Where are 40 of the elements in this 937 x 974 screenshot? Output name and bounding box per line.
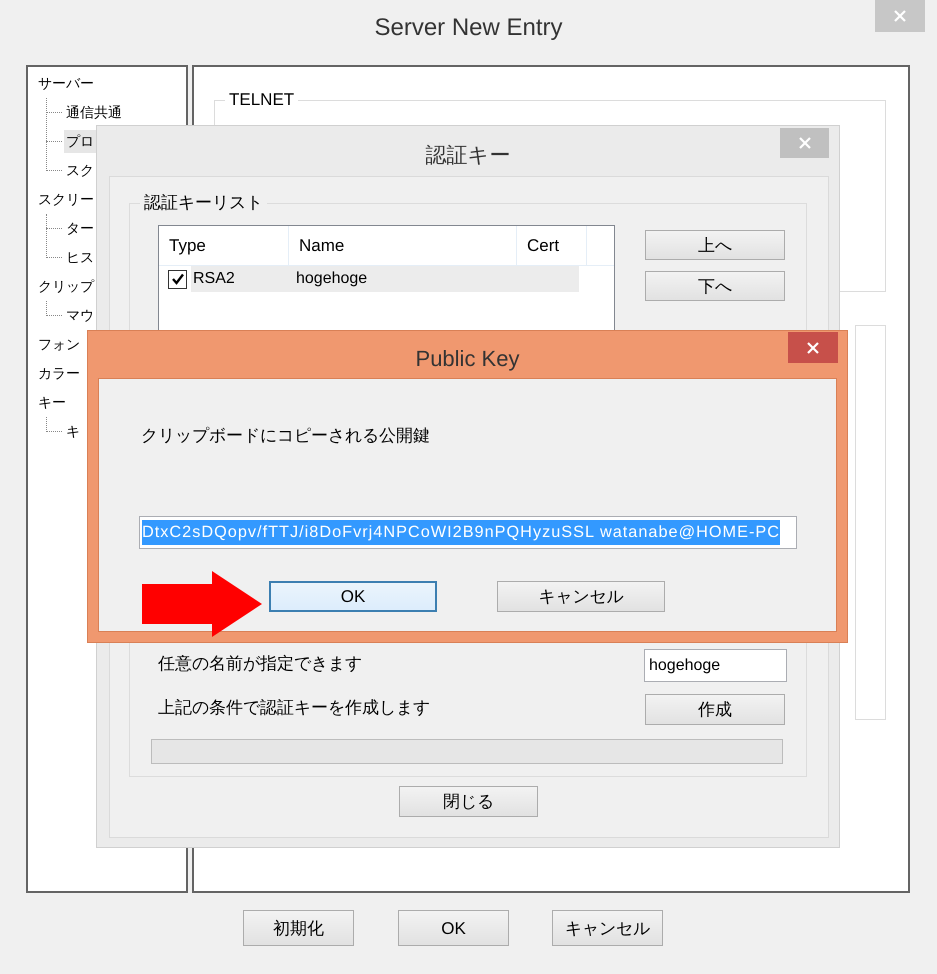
create-button[interactable]: 作成 [645,694,785,725]
arrow-icon [142,571,262,637]
dialog-button[interactable]: OK [398,910,509,946]
window-title: Server New Entry [374,13,563,43]
tree-item[interactable]: マウ [64,304,96,327]
tree-item[interactable]: サーバー [36,72,96,95]
tree-item[interactable]: クリップ [36,275,96,298]
table-cell-text: RSA2 [192,269,236,289]
list-button[interactable]: 上へ [645,230,785,260]
dialog-button[interactable]: キャンセル [552,910,663,946]
message-text: クリップボードにコピーされる公開鍵 [141,425,430,447]
tree-item[interactable]: プロ [64,130,96,153]
table-cell-text: hogehoge [296,269,368,289]
tree-item[interactable]: キー [36,391,68,414]
name-field[interactable]: hogehoge [644,649,787,682]
close-button[interactable] [788,332,838,363]
dialog-button[interactable]: OK [269,581,437,612]
field-label: 上記の条件で認証キーを作成します [158,697,430,719]
column-header[interactable]: Type [159,226,289,265]
tree-item[interactable]: スクリー [36,188,96,211]
tree-item[interactable]: ター [64,217,96,240]
tree-item[interactable]: ヒス [64,246,96,269]
tree-item[interactable]: 通信共通 [64,101,124,124]
row-checkbox[interactable] [168,270,187,288]
list-button[interactable]: 下へ [645,271,785,301]
tree-item[interactable]: スク [64,159,96,182]
dialog-title: Public Key [416,345,520,373]
tree-item[interactable]: カラー [36,362,82,385]
tree-item[interactable]: キ [64,420,82,443]
close-icon [798,136,812,150]
field-label: 任意の名前が指定できます [158,653,362,675]
close-icon [806,340,820,354]
column-header[interactable]: Cert [517,226,587,265]
close-dialog-button[interactable]: 閉じる [399,786,538,817]
tree-item[interactable]: フォン [36,333,82,356]
dialog-button[interactable]: 初期化 [243,910,354,946]
close-icon [893,9,907,23]
column-header[interactable]: Name [289,226,517,265]
dialog-title: 認証キー [426,143,510,169]
dialog-button[interactable]: キャンセル [497,581,665,612]
